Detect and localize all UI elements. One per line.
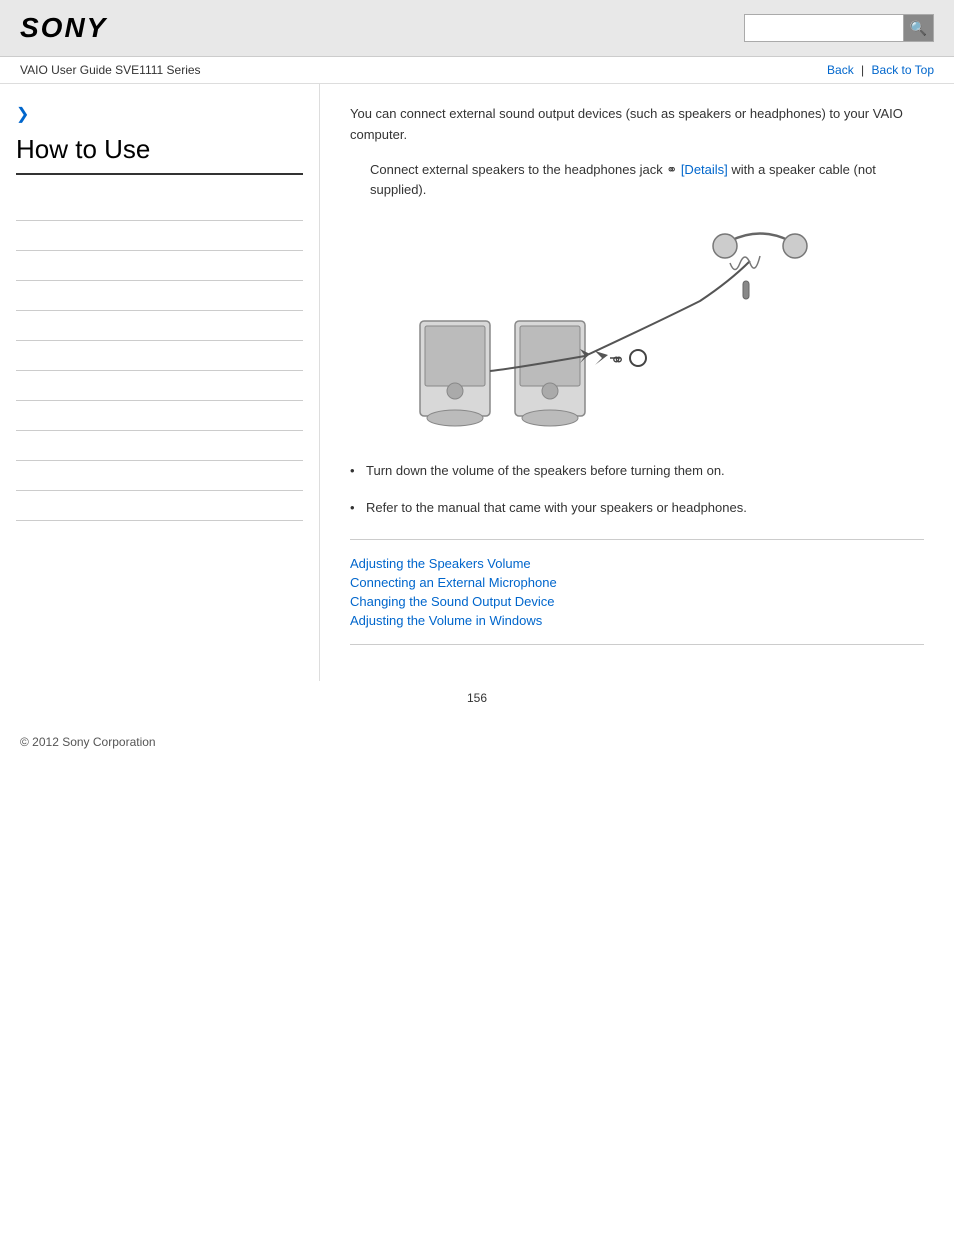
search-icon: 🔍 [910, 20, 927, 37]
sidebar-nav-link[interactable] [16, 439, 19, 453]
list-item: Changing the Sound Output Device [350, 594, 924, 609]
sidebar-nav-link[interactable] [16, 259, 19, 273]
list-item [16, 281, 303, 311]
list-item [16, 341, 303, 371]
content-bullets: Turn down the volume of the speakers bef… [350, 461, 924, 519]
list-item: Turn down the volume of the speakers bef… [350, 461, 924, 482]
list-item: Adjusting the Volume in Windows [350, 613, 924, 628]
sidebar-nav-list [16, 191, 303, 521]
header: SONY 🔍 [0, 0, 954, 57]
sidebar-title: How to Use [16, 134, 303, 175]
nav-bar: VAIO User Guide SVE1111 Series Back | Ba… [0, 57, 954, 84]
nav-separator: | [861, 63, 864, 77]
sony-logo: SONY [20, 12, 107, 44]
section-divider-bottom [350, 644, 924, 645]
list-item [16, 371, 303, 401]
related-link-volume-windows[interactable]: Adjusting the Volume in Windows [350, 613, 542, 628]
search-input[interactable] [744, 14, 904, 42]
list-item [16, 191, 303, 221]
list-item [16, 221, 303, 251]
list-item [16, 461, 303, 491]
footer: © 2012 Sony Corporation [0, 715, 954, 759]
content-area: You can connect external sound output de… [320, 84, 954, 681]
back-link[interactable]: Back [827, 63, 854, 77]
content-intro: You can connect external sound output de… [350, 104, 924, 146]
sidebar-nav-link[interactable] [16, 349, 19, 363]
related-link-sound-output[interactable]: Changing the Sound Output Device [350, 594, 555, 609]
back-to-top-link[interactable]: Back to Top [872, 63, 934, 77]
page-number: 156 [0, 681, 954, 715]
list-item [16, 431, 303, 461]
sidebar-nav-link[interactable] [16, 289, 19, 303]
search-box: 🔍 [744, 14, 934, 42]
sidebar-nav-link[interactable] [16, 229, 19, 243]
related-link-speakers-volume[interactable]: Adjusting the Speakers Volume [350, 556, 531, 571]
list-item [16, 311, 303, 341]
search-button[interactable]: 🔍 [904, 14, 934, 42]
section-divider [350, 539, 924, 540]
related-links: Adjusting the Speakers Volume Connecting… [350, 556, 924, 628]
list-item [16, 401, 303, 431]
list-item: Connecting an External Microphone [350, 575, 924, 590]
sidebar-nav-link[interactable] [16, 409, 19, 423]
copyright-text: © 2012 Sony Corporation [20, 735, 156, 749]
list-item: Adjusting the Speakers Volume [350, 556, 924, 571]
main-container: ❯ How to Use You can connect external so… [0, 84, 954, 681]
list-item [16, 491, 303, 521]
sidebar: ❯ How to Use [0, 84, 320, 681]
sidebar-nav-link[interactable] [16, 199, 19, 213]
details-link[interactable]: [Details] [681, 162, 728, 177]
chevron-icon[interactable]: ❯ [16, 104, 303, 124]
sidebar-nav-link[interactable] [16, 379, 19, 393]
sidebar-nav-link[interactable] [16, 319, 19, 333]
sidebar-nav-link[interactable] [16, 499, 19, 513]
list-item [16, 251, 303, 281]
svg-text:⚭: ⚭ [610, 350, 625, 370]
list-item: Refer to the manual that came with your … [350, 498, 924, 519]
guide-title: VAIO User Guide SVE1111 Series [20, 63, 201, 77]
content-note: Connect external speakers to the headpho… [370, 160, 924, 202]
nav-links: Back | Back to Top [827, 63, 934, 77]
sidebar-nav-link[interactable] [16, 469, 19, 483]
speaker-illustration: ⚭ [350, 221, 830, 441]
speakers-svg: ⚭ [360, 221, 820, 441]
related-link-external-mic[interactable]: Connecting an External Microphone [350, 575, 557, 590]
